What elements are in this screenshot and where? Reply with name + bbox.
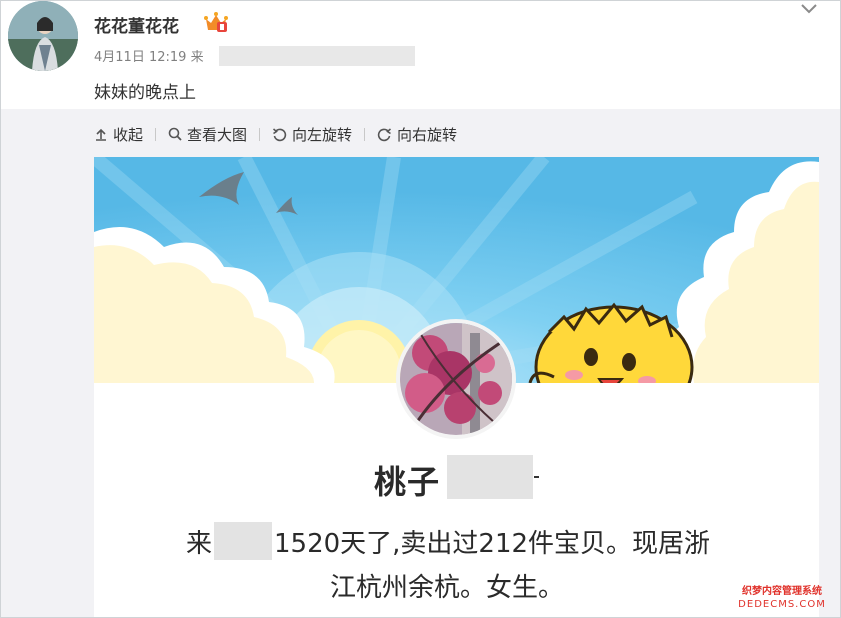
rotate-left-icon	[273, 127, 287, 141]
rotate-right-icon	[377, 127, 392, 141]
redaction-block	[447, 455, 533, 499]
avatar[interactable]	[8, 1, 78, 71]
post-header: 花花董花花 4月11日 12:19 来 妹妹的晚点上	[1, 1, 840, 109]
rotate-right-label: 向右旋转	[397, 125, 458, 144]
shop-avatar	[396, 319, 516, 439]
media-toolbar: 收起 查看大图 向左旋转 向右旋转	[94, 123, 457, 145]
rotate-left-label: 向左旋转	[292, 125, 353, 144]
search-icon	[168, 127, 182, 141]
post-image[interactable]: 桃子 来 1520天了,卖出过212件宝贝。现居浙 江杭州余杭。女生。	[94, 157, 819, 617]
toolbar-divider	[364, 127, 366, 141]
watermark-line2: DEDECMS.COM	[738, 599, 826, 610]
vip-crown-icon[interactable]	[203, 11, 229, 33]
chevron-down-icon[interactable]	[799, 1, 819, 15]
redaction-block	[219, 46, 415, 66]
collapse-button[interactable]: 收起	[94, 124, 143, 145]
watermark-line1: 织梦内容管理系统	[742, 586, 822, 597]
collapse-label: 收起	[113, 125, 144, 144]
post-meta: 4月11日 12:19 来	[94, 46, 204, 65]
shop-description-prefix: 来	[186, 529, 213, 559]
toolbar-divider	[259, 127, 261, 141]
post-source-prefix: 来	[190, 50, 204, 65]
media-viewer: 收起 查看大图 向左旋转 向右旋转 桃子 来 1520天了,卖出过212件宝贝。…	[1, 109, 840, 617]
view-large-button[interactable]: 查看大图	[168, 124, 247, 145]
shop-description-line2: 江杭州余杭。女生。	[330, 573, 565, 603]
author-name[interactable]: 花花董花花	[94, 12, 179, 37]
shop-name: 桃子	[374, 463, 441, 501]
collapse-icon	[96, 128, 106, 141]
name-trailing-mark	[534, 476, 539, 478]
weibo-post-card: 花花董花花 4月11日 12:19 来 妹妹的晚点上 收起 查看大图 向左旋转 …	[0, 0, 841, 618]
shop-description-line1: 1520天了,卖出过212件宝贝。现居浙	[274, 529, 711, 559]
watermark: 织梦内容管理系统 DEDECMS.COM	[729, 585, 835, 613]
post-timestamp[interactable]: 4月11日 12:19	[94, 50, 186, 65]
rotate-right-button[interactable]: 向右旋转	[377, 124, 457, 145]
view-large-label: 查看大图	[187, 125, 248, 144]
toolbar-divider	[155, 127, 157, 141]
post-text: 妹妹的晚点上	[94, 83, 196, 103]
rotate-left-button[interactable]: 向左旋转	[272, 124, 352, 145]
redaction-block	[214, 522, 272, 560]
